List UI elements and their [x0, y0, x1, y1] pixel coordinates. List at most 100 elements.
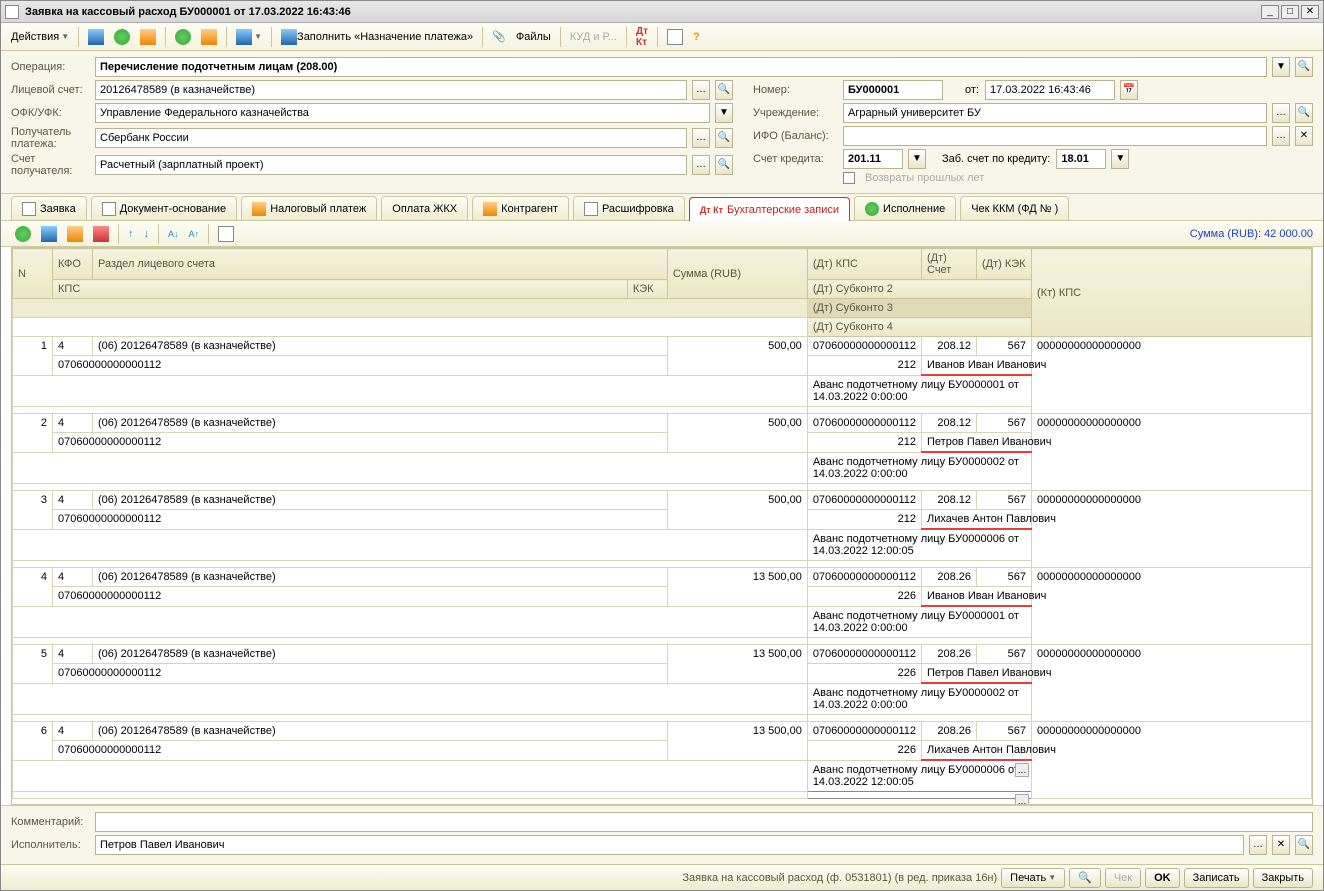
table-row[interactable]: 1 4 (06) 20126478589 (в казначействе) 50… [13, 337, 1312, 356]
ifo-dots[interactable]: … [1272, 126, 1290, 146]
maximize-button[interactable]: □ [1281, 5, 1299, 19]
col-sub4[interactable]: (Дт) Субконто 4 [807, 318, 1031, 337]
col-kps[interactable]: КПС [53, 280, 628, 299]
col-kek[interactable]: КЭК [627, 280, 667, 299]
edit-cell[interactable]: … [807, 792, 1031, 799]
date-calendar[interactable]: 📅 [1120, 80, 1138, 100]
recipient-lookup[interactable]: 🔍 [715, 128, 733, 148]
tab-receipt[interactable]: Чек ККМ (ФД № ) [960, 196, 1069, 220]
close-button[interactable]: ✕ [1301, 5, 1319, 19]
operation-lookup[interactable]: 🔍 [1295, 57, 1313, 77]
col-dtkps[interactable]: (Дт) КПС [807, 249, 921, 280]
close-form-button[interactable]: Закрыть [1253, 868, 1313, 888]
account-dots[interactable]: … [692, 80, 710, 100]
tab-accounting[interactable]: Дт КтБухгалтерские записи [689, 197, 850, 221]
copy-row-button[interactable] [37, 223, 61, 245]
executor-field[interactable]: Петров Павел Иванович [95, 835, 1244, 855]
credacct-dropdown[interactable]: ▼ [908, 149, 926, 169]
check-button[interactable]: Чек [1105, 868, 1141, 888]
kud-button[interactable]: КУД и Р... [566, 26, 621, 48]
credacct-field[interactable]: 201.11 [843, 149, 903, 169]
settings-button[interactable] [214, 223, 238, 245]
tab-request[interactable]: Заявка [11, 196, 87, 220]
btn-5[interactable] [197, 26, 221, 48]
date-field[interactable]: 17.03.2022 16:43:46 [985, 80, 1115, 100]
files-button[interactable]: Файлы [512, 26, 555, 48]
copy-icon [41, 226, 57, 242]
col-ktkps[interactable]: (Кт) КПС [1032, 249, 1312, 337]
dtkt-button[interactable]: ДтКт [632, 26, 652, 48]
table-row[interactable]: 6 4 (06) 20126478589 (в казначействе) 13… [13, 722, 1312, 741]
operation-dropdown[interactable]: ▼ [1272, 57, 1290, 77]
tab-counter[interactable]: Контрагент [472, 196, 569, 220]
account-lookup[interactable]: 🔍 [715, 80, 733, 100]
btn-2[interactable] [110, 26, 134, 48]
table-row[interactable]: 3 4 (06) 20126478589 (в казначействе) 50… [13, 491, 1312, 510]
edit-icon [67, 226, 83, 242]
tab-tax[interactable]: Налоговый платеж [241, 196, 377, 220]
number-field[interactable]: БУ000001 [843, 80, 943, 100]
zab-dropdown[interactable]: ▼ [1111, 149, 1129, 169]
zab-field[interactable]: 18.01 [1056, 149, 1106, 169]
sort-asc-button[interactable]: A↓ [164, 223, 183, 245]
ifo-clear[interactable]: ✕ [1295, 126, 1313, 146]
col-dtkek[interactable]: (Дт) КЭК [977, 249, 1032, 280]
ofk-field[interactable]: Управление Федерального казначейства [95, 103, 710, 123]
btn-6[interactable]: ▼ [232, 26, 266, 48]
ofk-dropdown[interactable]: ▼ [715, 103, 733, 123]
move-up-button[interactable]: ↑ [124, 223, 138, 245]
grid[interactable]: N КФО Раздел лицевого счета Сумма (RUB) … [11, 247, 1313, 805]
edit-cell[interactable]: Аванс подотчетному лицу БУ0000006 от 14.… [807, 760, 1031, 792]
account-field[interactable]: 20126478589 (в казначействе) [95, 80, 687, 100]
print-button[interactable]: Печать▼ [1001, 868, 1065, 888]
move-down-button[interactable]: ↓ [140, 223, 154, 245]
recipient-dots[interactable]: … [692, 128, 710, 148]
executor-clear[interactable]: ✕ [1272, 835, 1290, 855]
recipient-field[interactable]: Сбербанк России [95, 128, 687, 148]
operation-field[interactable]: Перечисление подотчетным лицам (208.00) [95, 57, 1267, 77]
ok-button[interactable]: OK [1145, 868, 1180, 888]
paperclip-icon: 📎 [492, 30, 506, 43]
executor-lookup[interactable]: 🔍 [1295, 835, 1313, 855]
col-kfo[interactable]: КФО [53, 249, 93, 280]
btn-1[interactable] [84, 26, 108, 48]
delete-row-button[interactable] [89, 223, 113, 245]
col-section[interactable]: Раздел лицевого счета [93, 249, 668, 280]
recacct-field[interactable]: Расчетный (зарплатный проект) [95, 155, 687, 175]
minimize-button[interactable]: _ [1261, 5, 1279, 19]
col-dtacct[interactable]: (Дт) Счет [922, 249, 977, 280]
recacct-dots[interactable]: … [692, 155, 710, 175]
comment-field[interactable] [95, 812, 1313, 832]
edit-row-button[interactable] [63, 223, 87, 245]
tab-util[interactable]: Оплата ЖКХ [381, 196, 468, 220]
save-button[interactable]: Записать [1184, 868, 1249, 888]
btn-3[interactable] [136, 26, 160, 48]
table-row[interactable]: 5 4 (06) 20126478589 (в казначействе) 13… [13, 645, 1312, 664]
tab-basis[interactable]: Документ-основание [91, 196, 237, 220]
executor-dots[interactable]: … [1249, 835, 1267, 855]
col-sub3[interactable]: (Дт) Субконто 3 [807, 299, 1031, 318]
org-lookup[interactable]: 🔍 [1295, 103, 1313, 123]
add-row-button[interactable] [11, 223, 35, 245]
returns-checkbox[interactable] [843, 172, 855, 184]
btn-7[interactable] [663, 26, 687, 48]
org-field[interactable]: Аграрный университет БУ [843, 103, 1267, 123]
recacct-lookup[interactable]: 🔍 [715, 155, 733, 175]
table-row[interactable]: 2 4 (06) 20126478589 (в казначействе) 50… [13, 414, 1312, 433]
actions-menu[interactable]: Действия▼ [7, 26, 73, 48]
tab-detail[interactable]: Расшифровка [573, 196, 685, 220]
ifo-label: ИФО (Баланс): [753, 130, 837, 142]
col-n[interactable]: N [13, 249, 53, 299]
col-sub2[interactable]: (Дт) Субконто 2 [807, 280, 1031, 299]
search-button[interactable]: 🔍 [1069, 868, 1101, 888]
tab-execution[interactable]: Исполнение [854, 196, 956, 220]
fill-payment-button[interactable]: Заполнить «Назначение платежа» [277, 26, 477, 48]
attach-button[interactable]: 📎 [488, 26, 510, 48]
sort-desc-button[interactable]: A↑ [185, 223, 204, 245]
col-sum[interactable]: Сумма (RUB) [667, 249, 807, 299]
org-dots[interactable]: … [1272, 103, 1290, 123]
btn-4[interactable] [171, 26, 195, 48]
table-row[interactable]: 4 4 (06) 20126478589 (в казначействе) 13… [13, 568, 1312, 587]
help-button[interactable]: ? [689, 26, 704, 48]
ifo-field[interactable] [843, 126, 1267, 146]
